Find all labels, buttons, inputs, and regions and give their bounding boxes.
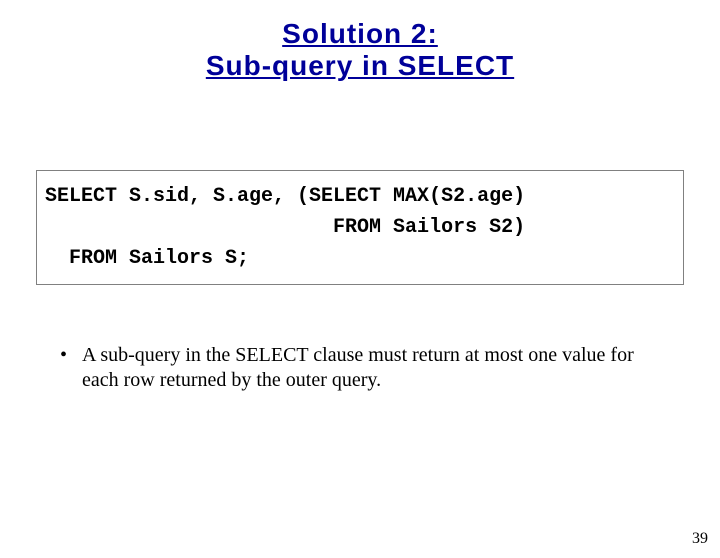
code-line-2: FROM Sailors S2): [45, 216, 525, 239]
bullet-text: A sub-query in the SELECT clause must re…: [82, 343, 660, 393]
title-line-1: Solution 2:: [282, 18, 438, 49]
bullet-item: • A sub-query in the SELECT clause must …: [60, 343, 660, 393]
code-line-3: FROM Sailors S;: [45, 247, 249, 270]
slide: Solution 2: Sub-query in SELECT SELECT S…: [0, 18, 720, 558]
page-number: 39: [692, 530, 708, 548]
title-line-2: Sub-query in SELECT: [206, 50, 514, 81]
code-line-1: SELECT S.sid, S.age, (SELECT MAX(S2.age): [45, 185, 525, 208]
slide-title: Solution 2: Sub-query in SELECT: [0, 18, 720, 82]
bullet-list: • A sub-query in the SELECT clause must …: [60, 343, 660, 393]
bullet-dot-icon: •: [60, 343, 82, 393]
sql-code-box: SELECT S.sid, S.age, (SELECT MAX(S2.age)…: [36, 170, 684, 285]
